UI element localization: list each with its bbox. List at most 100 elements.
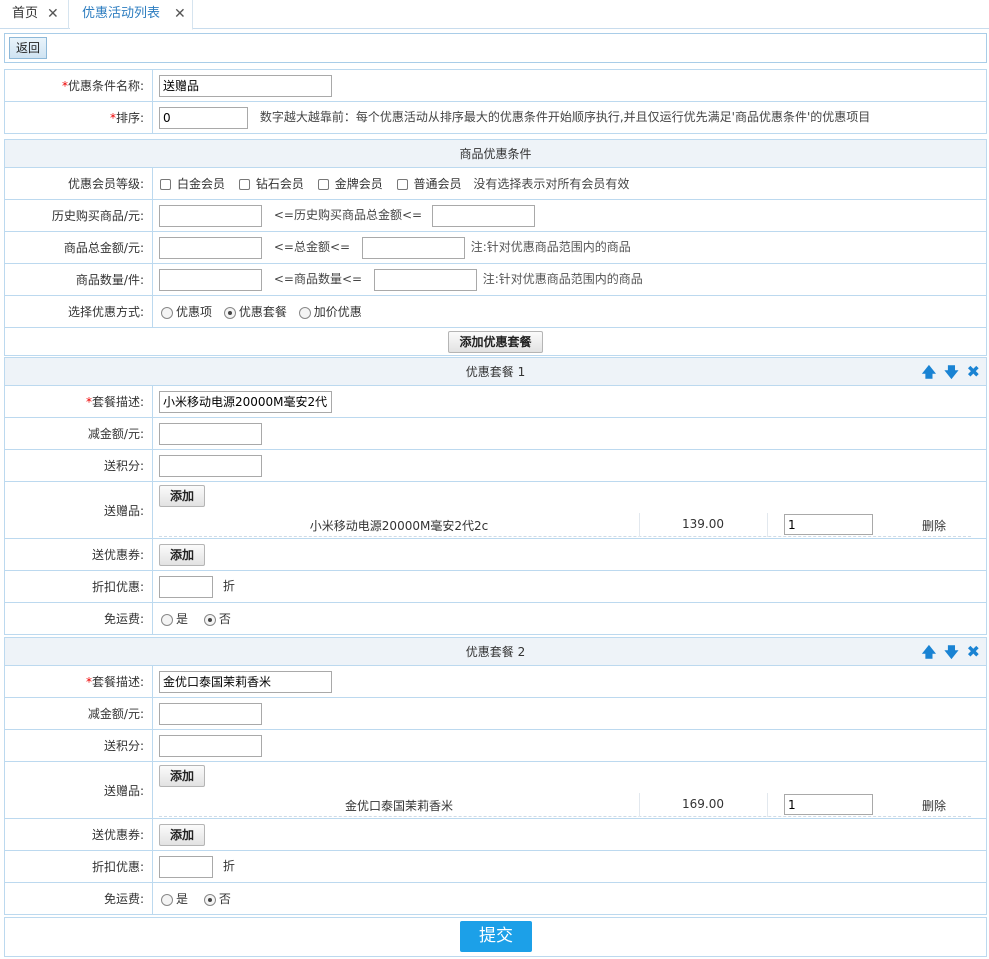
- gift-row: 小米移动电源20000M毫安2代2c 139.00 1 删除: [159, 513, 971, 537]
- gift-name: 小米移动电源20000M毫安2代2c: [309, 519, 489, 533]
- points-label: 送积分:: [4, 729, 153, 762]
- checkbox-diamond[interactable]: [238, 179, 250, 190]
- points-label: 送积分:: [4, 449, 153, 482]
- tab-home-label: 首页: [12, 6, 39, 21]
- qty-mid-label: <=商品数量<=: [273, 272, 363, 286]
- close-icon[interactable]: ✕: [174, 0, 186, 28]
- qty-hint: 注:针对优惠商品范围内的商品: [482, 272, 643, 286]
- package-title: 优惠套餐 1: [465, 365, 526, 379]
- package-1: 优惠套餐 1 🡅 🡇 ✖ *套餐描述: 小米移动电源20000M毫安2代 减金额/元…: [4, 357, 987, 635]
- delete-gift-link[interactable]: 删除: [899, 517, 969, 534]
- total-hint: 注:针对优惠商品范围内的商品: [470, 240, 631, 254]
- add-gift-button[interactable]: 添加: [159, 485, 206, 507]
- radio-mode-markup[interactable]: [298, 306, 311, 319]
- add-coupon-button[interactable]: 添加: [159, 823, 206, 846]
- add-coupon-button[interactable]: 添加: [159, 543, 206, 566]
- gift-label: 送赠品:: [4, 761, 153, 819]
- freeship-no-label: 否: [218, 612, 231, 626]
- add-package-button[interactable]: 添加优惠套餐: [448, 330, 543, 353]
- sort-input[interactable]: 0: [159, 106, 248, 129]
- goods-condition-form: 商品优惠条件 优惠会员等级: 白金会员 钻石会员 金牌会员 普通会员 没有选择表…: [4, 139, 987, 356]
- package-title: 优惠套餐 2: [465, 645, 526, 659]
- arrow-down-icon[interactable]: 🡇: [944, 366, 958, 380]
- checkbox-gold[interactable]: [317, 179, 329, 190]
- package-desc-input[interactable]: 小米移动电源20000M毫安2代: [159, 390, 332, 413]
- gift-price: 139.00: [682, 517, 724, 531]
- tab-promotion-list[interactable]: 优惠活动列表 ✕: [70, 0, 193, 30]
- close-icon[interactable]: ✕: [47, 0, 59, 28]
- gift-name: 金优口泰国茉莉香米: [344, 799, 453, 813]
- sort-label: 排序:: [115, 111, 144, 125]
- toolbar: 返回: [4, 33, 987, 63]
- qty-label: 商品数量/件:: [4, 263, 153, 296]
- history-min-input[interactable]: [159, 204, 262, 227]
- radio-mode-package[interactable]: [223, 306, 236, 319]
- checkbox-regular[interactable]: [396, 179, 408, 190]
- radio-freeship-no[interactable]: [203, 893, 216, 906]
- gift-label: 送赠品:: [4, 481, 153, 539]
- reduce-amount-input[interactable]: [159, 422, 262, 445]
- radio-mode-item[interactable]: [161, 306, 173, 319]
- mode-package-label: 优惠套餐: [238, 305, 287, 319]
- reduce-amount-label: 减金额/元:: [4, 697, 153, 730]
- tab-promotion-list-label: 优惠活动列表: [82, 6, 161, 21]
- discount-input[interactable]: [159, 855, 213, 878]
- radio-freeship-yes[interactable]: [161, 893, 173, 906]
- member-regular-label: 普通会员: [413, 177, 462, 191]
- add-gift-button[interactable]: 添加: [159, 765, 206, 787]
- gift-row: 金优口泰国茉莉香米 169.00 1 删除: [159, 793, 971, 817]
- points-input[interactable]: [159, 734, 262, 757]
- gift-qty-input[interactable]: 1: [784, 514, 873, 535]
- qty-max-input[interactable]: [373, 268, 477, 291]
- radio-freeship-no[interactable]: [203, 613, 216, 626]
- tab-home[interactable]: 首页 ✕: [0, 0, 69, 29]
- delete-gift-link[interactable]: 删除: [899, 797, 969, 814]
- discount-input[interactable]: [159, 575, 213, 598]
- free-shipping-label: 免运费:: [4, 602, 153, 635]
- base-form: *优惠条件名称: 送赠品 *排序: 0 数字越大越靠前：每个优惠活动从排序最大的…: [4, 69, 987, 134]
- mode-markup-label: 加价优惠: [313, 305, 362, 319]
- package-desc-input[interactable]: 金优口泰国茉莉香米: [159, 670, 332, 693]
- member-level-label: 优惠会员等级:: [4, 167, 153, 200]
- goods-condition-title: 商品优惠条件: [4, 139, 987, 168]
- freeship-yes-label: 是: [176, 612, 189, 626]
- total-min-input[interactable]: [159, 236, 262, 259]
- submit-bar: 提交: [4, 917, 987, 957]
- mode-label: 选择优惠方式:: [4, 295, 153, 328]
- freeship-yes-label: 是: [176, 892, 189, 906]
- back-button[interactable]: 返回: [9, 37, 47, 59]
- sort-hint: 数字越大越靠前：每个优惠活动从排序最大的优惠条件开始顺序执行,并且仅运行优先满足…: [259, 110, 871, 124]
- gift-price: 169.00: [682, 797, 724, 811]
- total-mid-label: <=总金额<=: [273, 240, 351, 254]
- discount-label: 折扣优惠:: [4, 850, 153, 883]
- coupon-label: 送优惠券:: [4, 818, 153, 851]
- freeship-no-label: 否: [218, 892, 231, 906]
- condition-name-input[interactable]: 送赠品: [159, 74, 332, 97]
- gift-qty-input[interactable]: 1: [784, 794, 873, 815]
- package-desc-label: 套餐描述:: [91, 395, 144, 409]
- discount-unit: 折: [222, 579, 235, 593]
- reduce-amount-label: 减金额/元:: [4, 417, 153, 450]
- member-diamond-label: 钻石会员: [255, 177, 304, 191]
- radio-freeship-yes[interactable]: [161, 613, 173, 626]
- mode-item-label: 优惠项: [176, 305, 213, 319]
- arrow-down-icon[interactable]: 🡇: [944, 646, 958, 660]
- coupon-label: 送优惠券:: [4, 538, 153, 571]
- checkbox-platinum[interactable]: [160, 179, 171, 190]
- member-gold-label: 金牌会员: [334, 177, 383, 191]
- tab-bar: 首页 ✕ 优惠活动列表 ✕: [0, 0, 989, 30]
- package-2: 优惠套餐 2 🡅 🡇 ✖ *套餐描述: 金优口泰国茉莉香米 减金额/元: 送积分: …: [4, 637, 987, 915]
- history-max-input[interactable]: [431, 204, 535, 227]
- member-hint: 没有选择表示对所有会员有效: [473, 177, 630, 191]
- total-amount-label: 商品总金额/元:: [4, 231, 153, 264]
- arrow-up-icon[interactable]: 🡅: [922, 646, 936, 660]
- reduce-amount-input[interactable]: [159, 702, 262, 725]
- points-input[interactable]: [159, 454, 262, 477]
- arrow-up-icon[interactable]: 🡅: [922, 366, 936, 380]
- submit-button[interactable]: 提交: [460, 921, 532, 952]
- close-icon[interactable]: ✖: [967, 644, 980, 660]
- qty-min-input[interactable]: [159, 268, 262, 291]
- total-max-input[interactable]: [361, 236, 465, 259]
- close-icon[interactable]: ✖: [967, 364, 980, 380]
- condition-name-label: 优惠条件名称:: [67, 79, 144, 93]
